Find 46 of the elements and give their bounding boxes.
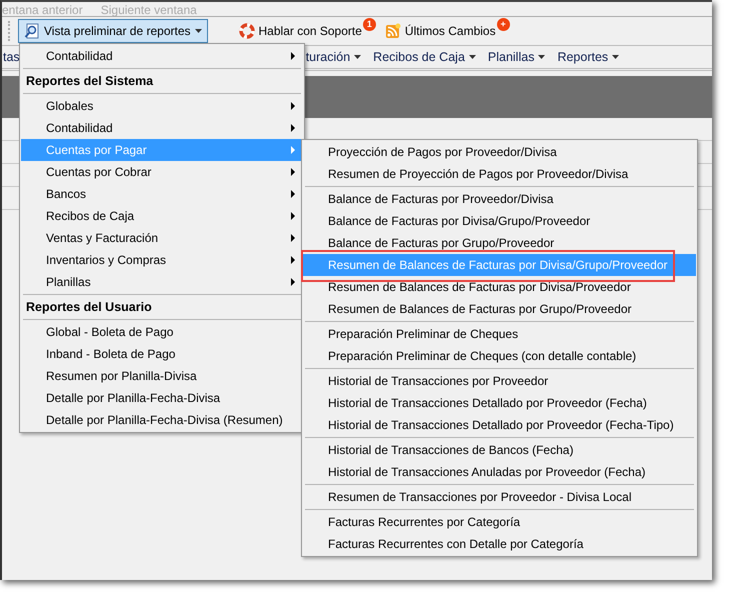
menu-bar-item[interactable]: Planillas xyxy=(488,50,546,64)
menu-item[interactable]: Bancos xyxy=(21,183,303,205)
menu-item[interactable]: Balance de Facturas por Grupo/Proveedor xyxy=(303,232,696,254)
menu-item[interactable]: Historial de Transacciones Detallado por Proveedor (Fecha-Tipo) xyxy=(303,414,696,436)
menu-bar-item[interactable]: turación xyxy=(306,50,362,64)
menu-item[interactable]: Cuentas por Cobrar xyxy=(21,161,303,183)
menu-item[interactable]: Globales xyxy=(21,95,303,117)
menu-item[interactable]: Historial de Transacciones por Proveedor xyxy=(303,370,696,392)
menu-item[interactable]: Resumen de Proyección de Pagos por Proveedor/Divisa xyxy=(303,163,696,185)
menu-item[interactable]: Inband - Boleta de Pago xyxy=(21,343,303,365)
menu-item[interactable]: Detalle por Planilla-Fecha-Divisa (Resumen) xyxy=(21,409,303,431)
menu-item[interactable]: Preparación Preliminar de Cheques (con detalle contable) xyxy=(303,345,696,367)
menu-item[interactable]: Historial de Transacciones Detallado por Proveedor (Fecha) xyxy=(303,392,696,414)
caret-icon xyxy=(194,29,202,33)
magnifier-page-icon xyxy=(24,23,40,39)
menu-item[interactable]: Balance de Facturas por Divisa/Grupo/Proveedor xyxy=(303,210,696,232)
menu-item[interactable]: Facturas Recurrentes con Detalle por Categoría xyxy=(303,533,696,555)
menu-bar-item[interactable]: Reportes xyxy=(557,50,620,64)
menu-section-header: Reportes del Sistema xyxy=(25,73,154,90)
menu-item[interactable]: Proyección de Pagos por Proveedor/Divisa xyxy=(303,141,696,163)
menu-bar-item[interactable]: Recibos de Caja xyxy=(373,50,476,64)
menu-item[interactable]: Ventas y Facturación xyxy=(21,227,303,249)
menu-item[interactable]: Facturas Recurrentes por Categoría xyxy=(303,511,696,533)
menu-bar-item[interactable]: tas xyxy=(3,50,20,64)
menu-item[interactable]: Contabilidad xyxy=(21,117,303,139)
menu-section-header: Reportes del Usuario xyxy=(25,299,153,316)
menu-item[interactable]: Planillas xyxy=(21,271,303,293)
menu-item[interactable]: Global - Boleta de Pago xyxy=(21,321,303,343)
toolbar-button[interactable]: Últimos Cambios xyxy=(380,19,496,43)
menu-item[interactable]: Historial de Transacciones Anuladas por Proveedor (Fecha) xyxy=(303,461,696,483)
toolbar-button[interactable]: Hablar con Soporte xyxy=(234,19,362,43)
report-preview-dropdown[interactable]: Vista preliminar de reportes xyxy=(18,19,208,43)
notification-badge: + xyxy=(496,18,510,30)
menu-item[interactable]: Preparación Preliminar de Cheques xyxy=(303,323,696,345)
menu-item[interactable]: Inventarios y Compras xyxy=(21,249,303,271)
menu-item[interactable]: Historial de Transacciones de Bancos (Fecha) xyxy=(303,439,696,461)
menu-item[interactable]: Recibos de Caja xyxy=(21,205,303,227)
menu-item[interactable]: Contabilidad xyxy=(21,45,303,67)
menu-item[interactable]: Balance de Facturas por Proveedor/Divisa xyxy=(303,188,696,210)
menu-item[interactable]: Resumen de Balances de Facturas por Grupo/Proveedor xyxy=(303,298,696,320)
menu-item[interactable]: Resumen de Transacciones por Proveedor - Divisa Local xyxy=(303,486,696,508)
feed-icon xyxy=(384,23,401,39)
lifebuoy-icon xyxy=(238,23,255,39)
menu-item[interactable]: Detalle por Planilla-Fecha-Divisa xyxy=(21,387,303,409)
notification-badge: 1 xyxy=(362,18,376,30)
menu-item[interactable]: Resumen por Planilla-Divisa xyxy=(21,365,303,387)
